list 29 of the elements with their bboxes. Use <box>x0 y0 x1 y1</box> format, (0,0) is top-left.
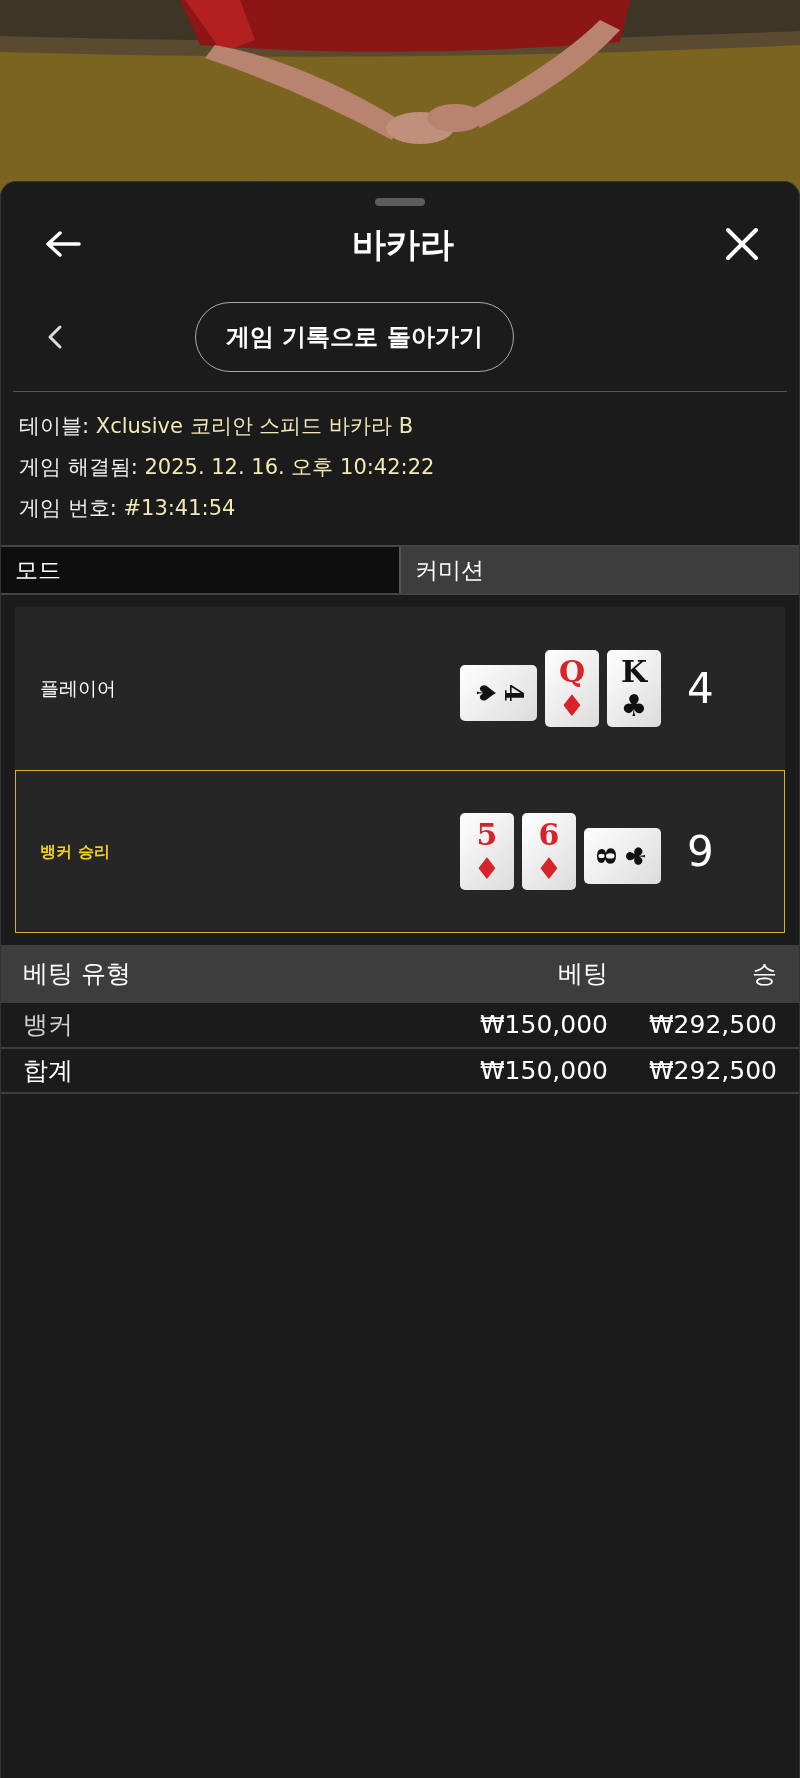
hand-label: 플레이어 <box>40 676 117 702</box>
hand-score: 4 <box>687 663 714 715</box>
table-cell: ₩150,000 <box>409 1048 609 1093</box>
page-title: 바카라 <box>352 223 454 265</box>
playing-card: 5 ♦ <box>460 813 514 890</box>
info-value: Xclusive 코리안 스피드 바카라 B <box>95 414 414 438</box>
table-cell: 합계 <box>1 1048 409 1093</box>
playing-card: K ♣ <box>607 650 661 727</box>
hand-label: 뱅커 승리 <box>40 840 111 863</box>
table-cell: ₩292,500 <box>609 1003 799 1048</box>
info-label: 게임 해결됨: <box>19 455 138 479</box>
column-header: 승 <box>609 945 799 1003</box>
table-cell: 뱅커 <box>1 1003 409 1048</box>
column-header: 베팅 유형 <box>1 945 409 1003</box>
drag-handle[interactable] <box>375 198 425 206</box>
table-cell: ₩150,000 <box>409 1003 609 1048</box>
playing-card: 8 ♣ <box>584 828 661 884</box>
tab[interactable]: 커미션 <box>399 547 799 593</box>
tab[interactable]: 모드 <box>1 547 399 593</box>
playing-card: ♠ 4 <box>460 665 537 721</box>
info-label: 테이블: <box>19 414 90 438</box>
info-value: #13:41:54 <box>123 496 236 520</box>
hand-score: 9 <box>687 826 714 878</box>
table-cell: ₩292,500 <box>609 1048 799 1093</box>
playing-card: 6 ♦ <box>522 813 576 890</box>
info-value: 2025. 12. 16. 오후 10:42:22 <box>144 455 435 479</box>
info-label: 게임 번호: <box>19 496 117 520</box>
playing-card: Q ♦ <box>545 650 599 727</box>
column-header: 베팅 <box>409 945 609 1003</box>
